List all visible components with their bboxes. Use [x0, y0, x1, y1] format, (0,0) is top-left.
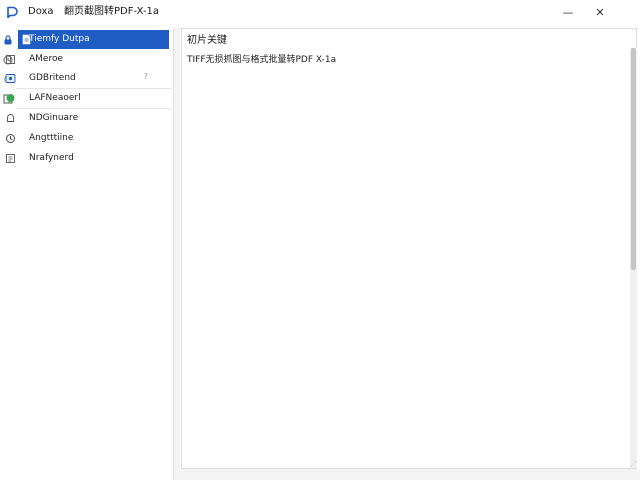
sidebar-item-label: AMeroe [29, 54, 64, 64]
panel-gutter [174, 28, 180, 480]
sidebar-item-angtttiine[interactable]: Angtttiine [0, 129, 158, 148]
sidebar-item-tiemfy-dutpa[interactable]: Tiemfy Dutpa [18, 30, 169, 49]
list-icon [5, 153, 16, 164]
sidebar-item-nrafynerd[interactable]: Nrafynerd [0, 149, 158, 168]
scrollbar-thumb[interactable] [631, 48, 636, 270]
help-hint[interactable]: ? [144, 72, 148, 81]
bell-icon [5, 113, 16, 124]
clock-icon [5, 133, 16, 144]
status-strip [174, 469, 640, 480]
close-button[interactable]: ✕ [592, 4, 608, 20]
sidebar-item-label: Angtttiine [29, 133, 74, 143]
sidebar-item-lafneaoerl[interactable]: LAFNeaoerl [0, 89, 158, 108]
app-name: Doxa [28, 6, 54, 17]
sidebar-item-ndginuare[interactable]: NDGinuare [0, 109, 158, 128]
chat-bubble-icon [5, 93, 16, 104]
image-icon [5, 73, 16, 84]
content-panel: 初片关键 TIFF无损抓图与格式批量转PDF X-1a [181, 28, 637, 469]
app-logo-icon [6, 6, 18, 19]
sidebar-item-label: LAFNeaoerl [29, 93, 81, 103]
document-icon [21, 34, 32, 45]
window-title: 翻页截图转PDF-X-1a [64, 6, 160, 17]
vertical-scrollbar[interactable] [630, 48, 637, 468]
sidebar-item-gdbritend[interactable]: GDBritend ? [0, 69, 158, 88]
resize-grip-icon[interactable]: ⋰ [630, 460, 638, 468]
sidebar-item-ameroe[interactable]: AMeroe [0, 50, 158, 69]
sidebar-item-label: GDBritend [29, 73, 76, 83]
sidebar-item-label: Nrafynerd [29, 153, 74, 163]
sidebar-item-label: NDGinuare [29, 113, 79, 123]
lock-icon[interactable] [3, 35, 13, 45]
content-text: TIFF无损抓图与格式批量转PDF X-1a [187, 55, 337, 65]
page-title: 初片关键 [187, 35, 227, 46]
minimize-button[interactable]: — [560, 4, 576, 20]
sidebar-item-label: Tiemfy Dutpa [29, 34, 90, 44]
title-bar: Doxa 翻页截图转PDF-X-1a — ✕ [0, 0, 640, 26]
book-icon [5, 54, 16, 65]
